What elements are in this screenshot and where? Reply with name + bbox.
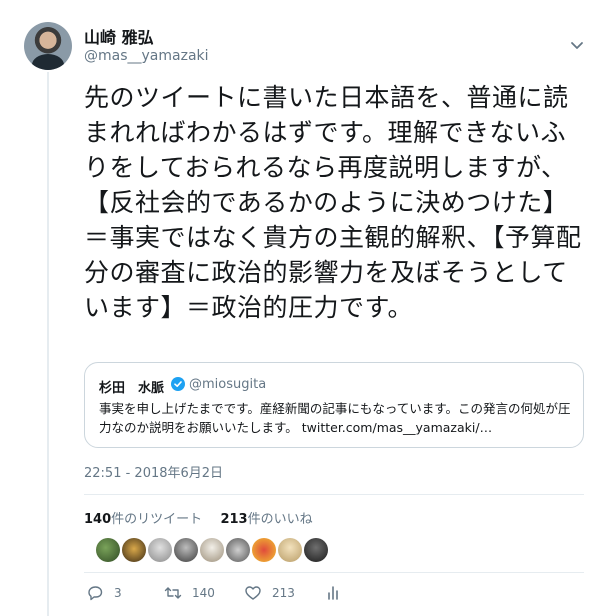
reply-icon xyxy=(88,586,103,601)
heart-icon xyxy=(245,586,261,600)
retweet-icon xyxy=(164,587,182,599)
tweet-text: 先のツイートに書いた日本語を、普通に読まれればわかるはずです。理解できないふりを… xyxy=(84,83,582,322)
liker-avatar[interactable] xyxy=(304,538,328,562)
tweet-timestamp[interactable]: 22:51 - 2018年6月2日 xyxy=(84,462,223,481)
liker-avatar[interactable] xyxy=(174,538,198,562)
like-count: 213 xyxy=(272,586,295,600)
likers-avatars xyxy=(96,538,328,562)
liker-avatar[interactable] xyxy=(200,538,224,562)
author-avatar[interactable] xyxy=(24,22,72,70)
chevron-down-icon[interactable] xyxy=(568,36,586,54)
divider xyxy=(84,494,584,495)
author-handle[interactable]: @mas__yamazaki xyxy=(84,48,209,64)
reply-count: 3 xyxy=(114,586,122,600)
liker-avatar[interactable] xyxy=(252,538,276,562)
likes-stat[interactable]: 213件のいいね xyxy=(220,512,312,527)
likes-count: 213 xyxy=(220,512,248,527)
retweets-stat[interactable]: 140件のリツイート xyxy=(84,512,202,527)
liker-avatar[interactable] xyxy=(148,538,172,562)
retweet-count: 140 xyxy=(192,586,215,600)
retweets-label: 件のリツイート xyxy=(111,512,203,527)
liker-avatar[interactable] xyxy=(96,538,120,562)
liker-avatar[interactable] xyxy=(226,538,250,562)
likes-label: 件のいいね xyxy=(247,512,313,527)
analytics-icon xyxy=(328,586,338,600)
liker-avatar[interactable] xyxy=(122,538,146,562)
quoted-tweet[interactable]: 杉田 水脈 @miosugita 事実を申し上げたまでです。産経新聞の記事にもな… xyxy=(84,362,584,448)
thread-line xyxy=(47,72,49,616)
divider xyxy=(84,572,584,573)
retweets-count: 140 xyxy=(84,512,112,527)
retweet-button[interactable]: 140 xyxy=(164,584,215,602)
tweet-stats: 140件のリツイート 213件のいいね xyxy=(84,508,313,527)
reply-button[interactable]: 3 xyxy=(86,584,122,602)
quoted-author-name: 杉田 水脈 xyxy=(99,381,165,396)
author-name[interactable]: 山崎 雅弘 xyxy=(84,24,154,48)
quoted-tweet-text: 事実を申し上げたまでです。産経新聞の記事にもなっています。この発言の何処が圧力な… xyxy=(99,401,571,435)
like-button[interactable]: 213 xyxy=(244,584,295,602)
quoted-author-handle: @miosugita xyxy=(189,377,267,392)
analytics-button[interactable] xyxy=(324,584,342,602)
verified-icon xyxy=(171,377,185,391)
liker-avatar[interactable] xyxy=(278,538,302,562)
